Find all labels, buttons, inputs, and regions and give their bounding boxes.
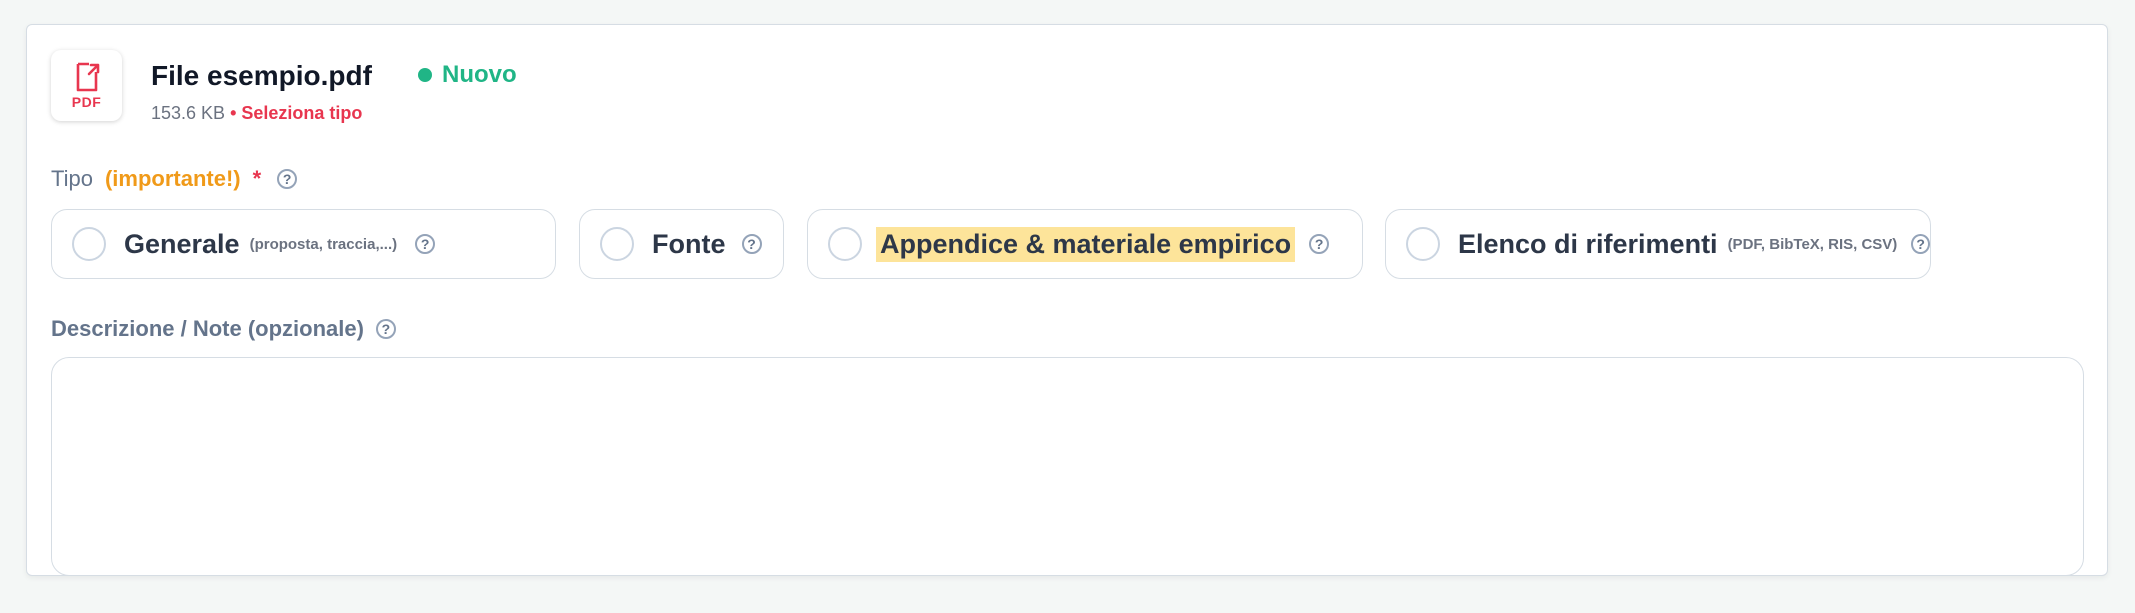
- status-dot: [418, 68, 432, 82]
- help-icon[interactable]: ?: [375, 319, 396, 339]
- status-badge: Nuovo: [418, 61, 517, 89]
- pdf-file-icon: PDF: [51, 50, 122, 121]
- select-type-warning: • Seleziona tipo: [230, 103, 363, 123]
- option-hint: (proposta, traccia,...): [249, 235, 398, 253]
- help-icon[interactable]: ?: [415, 234, 436, 254]
- description-label: Descrizione / Note (opzionale) ?: [51, 316, 396, 342]
- file-name: File esempio.pdf: [151, 60, 372, 91]
- document-icon: [76, 62, 99, 91]
- option-label: Generale: [124, 228, 240, 259]
- type-option-fonte[interactable]: Fonte ?: [579, 209, 784, 279]
- status-label: Nuovo: [442, 61, 517, 88]
- help-icon[interactable]: ?: [277, 169, 298, 189]
- radio-button[interactable]: [1406, 227, 1440, 261]
- description-label-text: Descrizione / Note (opzionale): [51, 316, 364, 341]
- description-textarea[interactable]: [51, 357, 2084, 576]
- type-option-riferimenti[interactable]: Elenco di riferimenti (PDF, BibTeX, RIS,…: [1385, 209, 1931, 279]
- help-icon[interactable]: ?: [741, 234, 762, 254]
- radio-button[interactable]: [72, 227, 106, 261]
- type-option-generale[interactable]: Generale (proposta, traccia,...) ?: [51, 209, 556, 279]
- file-size: 153.6 KB: [151, 103, 226, 123]
- file-meta: 153.6 KB • Seleziona tipo: [151, 103, 362, 124]
- type-field-label: Tipo (importante!) * ?: [51, 166, 298, 192]
- help-icon[interactable]: ?: [1911, 234, 1930, 254]
- important-label: (importante!): [104, 166, 241, 191]
- required-mark: *: [252, 166, 262, 191]
- pdf-label: PDF: [71, 93, 102, 110]
- option-label: Fonte: [652, 228, 726, 259]
- help-icon[interactable]: ?: [1309, 234, 1330, 254]
- option-label: Elenco di riferimenti: [1458, 228, 1718, 259]
- type-label: Tipo: [51, 166, 93, 191]
- radio-button[interactable]: [828, 227, 862, 261]
- type-option-appendice[interactable]: Appendice & materiale empirico ?: [807, 209, 1363, 279]
- option-label-highlighted: Appendice & materiale empirico: [876, 226, 1296, 262]
- option-hint: (PDF, BibTeX, RIS, CSV): [1727, 235, 1898, 253]
- radio-button[interactable]: [600, 227, 634, 261]
